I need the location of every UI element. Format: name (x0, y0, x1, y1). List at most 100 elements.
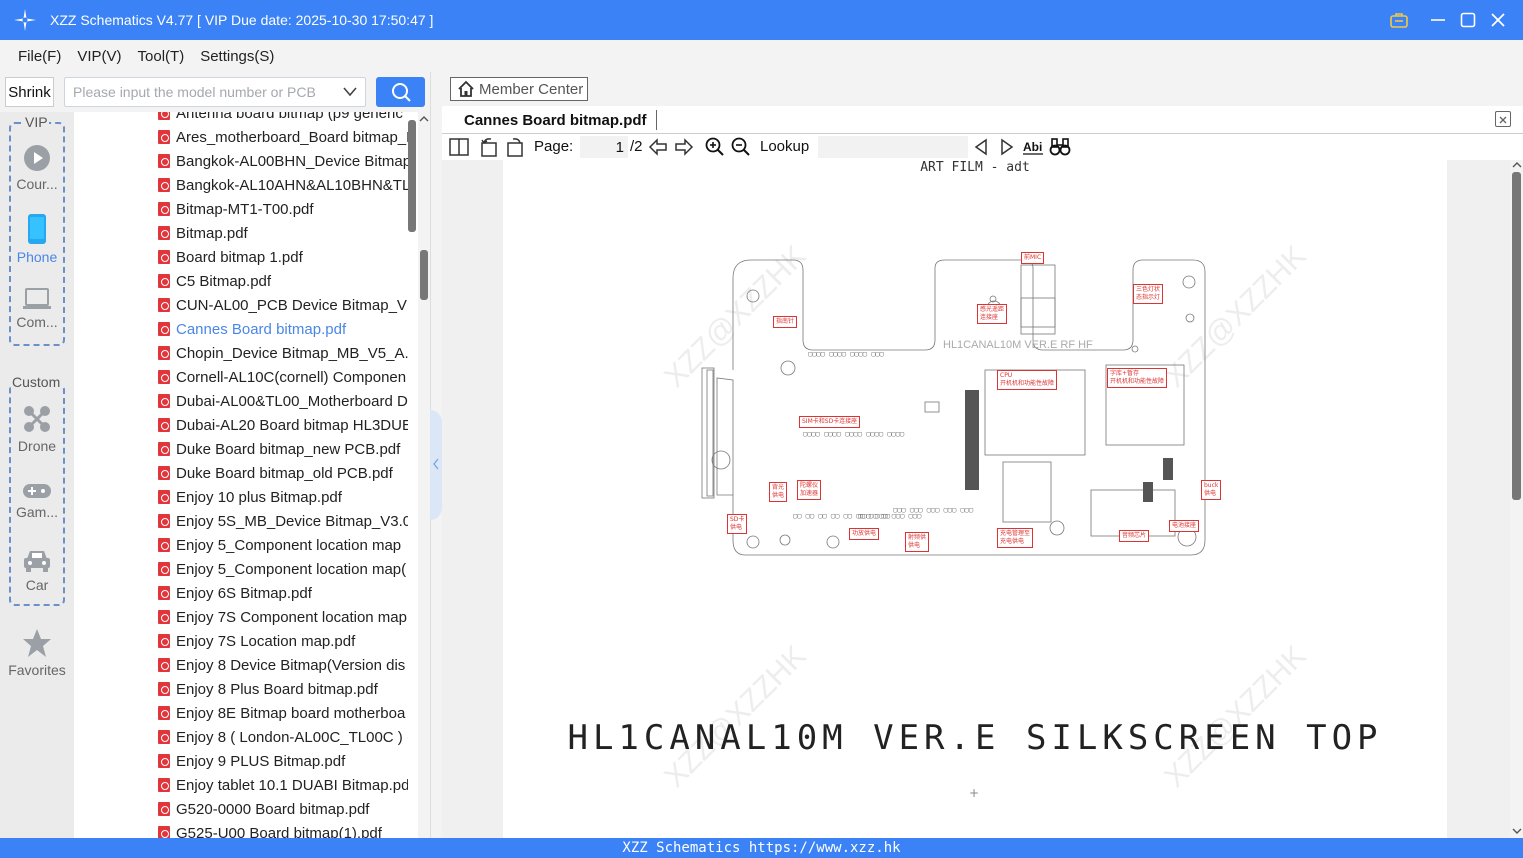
pdf-file-icon (158, 178, 170, 192)
find-next-button[interactable] (996, 136, 1018, 158)
shrink-button[interactable]: Shrink (5, 77, 54, 107)
menu-tool[interactable]: Tool(T) (138, 48, 185, 65)
collapse-panel-tab[interactable] (430, 410, 442, 520)
file-list-item[interactable]: Enjoy 5_Component location map (158, 533, 408, 557)
file-list-scroll-thumb[interactable] (408, 120, 416, 232)
file-list-item[interactable]: Dubai-AL20 Board bitmap HL3DUE (158, 413, 408, 437)
file-list-item[interactable]: Ares_motherboard_Board bitmap_H (158, 125, 408, 149)
file-list-item[interactable]: Bangkok-AL00BHN_Device Bitmap (158, 149, 408, 173)
match-case-button[interactable]: Abi (1022, 136, 1044, 158)
pdf-file-icon (158, 706, 170, 720)
document-tab[interactable]: Cannes Board bitmap.pdf (464, 106, 647, 134)
category-label: Com... (16, 314, 58, 330)
close-button[interactable] (1483, 0, 1513, 40)
file-list-item[interactable]: Enjoy 8E Bitmap board motherboa (158, 701, 408, 725)
vip-bag-icon[interactable] (1384, 0, 1414, 40)
file-list-item[interactable]: Enjoy 8 Plus Board bitmap.pdf (158, 677, 408, 701)
document-scroll-thumb[interactable] (1512, 172, 1521, 500)
file-list-item[interactable]: Enjoy 5_Component location map( (158, 557, 408, 581)
file-list-item[interactable]: G525-U00 Board bitmap(1).pdf (158, 821, 408, 838)
member-center-button[interactable]: Member Center (450, 77, 588, 101)
menu-file[interactable]: File(F) (18, 48, 61, 65)
scroll-up-icon[interactable] (419, 114, 429, 124)
rotate-right-button[interactable] (504, 136, 526, 158)
file-name: Enjoy 5_Component location map( (176, 560, 407, 578)
file-list-item[interactable]: Duke Board bitmap_old PCB.pdf (158, 461, 408, 485)
file-list-item[interactable]: G520-0000 Board bitmap.pdf (158, 797, 408, 821)
category-computer[interactable]: Com... (0, 288, 74, 330)
component-annotation: 射频供 供电 (905, 532, 930, 552)
menu-settings[interactable]: Settings(S) (200, 48, 274, 65)
category-car[interactable]: Car (0, 547, 74, 593)
lookup-input[interactable] (818, 136, 968, 158)
file-list-item[interactable]: Enjoy 8 ( London-AL00C_TL00C ) ( (158, 725, 408, 749)
binoculars-icon (1049, 138, 1071, 156)
page-number-input[interactable]: 1 (580, 136, 628, 158)
scroll-up-icon[interactable] (1512, 160, 1522, 170)
pdf-page[interactable]: ART FILM - adt XZZ@XZZHK XZZ@XZZHK XZZ@X… (503, 160, 1447, 838)
minimize-button[interactable] (1423, 0, 1453, 40)
zoom-in-button[interactable] (704, 136, 726, 158)
file-list-item[interactable]: Bitmap.pdf (158, 221, 408, 245)
component-annotation: 音频芯片 (1119, 530, 1150, 542)
find-previous-button[interactable] (970, 136, 992, 158)
previous-page-button[interactable] (647, 136, 669, 158)
file-name: Enjoy 8E Bitmap board motherboa (176, 704, 406, 722)
file-list-item[interactable]: C5 Bitmap.pdf (158, 269, 408, 293)
split-view-button[interactable] (448, 136, 470, 158)
file-list-scrollbar[interactable] (418, 112, 430, 838)
pdf-file-icon (158, 322, 170, 336)
close-tab-button[interactable] (1495, 111, 1511, 127)
file-name: G520-0000 Board bitmap.pdf (176, 800, 370, 818)
pdf-file-icon (158, 226, 170, 240)
rotate-left-button[interactable] (478, 136, 500, 158)
file-list-item[interactable]: Antenna board bitmap (p9 generic (158, 112, 408, 125)
car-icon (24, 551, 50, 572)
category-game[interactable]: Gam... (0, 482, 74, 520)
category-phone[interactable]: Phone (0, 213, 74, 265)
find-all-button[interactable] (1049, 136, 1071, 158)
crosshair-marker: + (969, 786, 980, 800)
file-name: Duke Board bitmap_new PCB.pdf (176, 440, 401, 458)
search-icon (391, 83, 411, 102)
file-name: Duke Board bitmap_old PCB.pdf (176, 464, 393, 482)
file-list-item[interactable]: Bitmap-MT1-T00.pdf (158, 197, 408, 221)
search-button[interactable] (376, 77, 425, 107)
svg-text:▢▢▢▢ ▢▢▢▢ ▢▢▢▢ ▢▢▢▢ ▢▢▢▢: ▢▢▢▢ ▢▢▢▢ ▢▢▢▢ ▢▢▢▢ ▢▢▢▢ (803, 430, 904, 438)
zoom-out-button[interactable] (730, 136, 752, 158)
file-list-item[interactable]: Cornell-AL10C(cornell) Componen (158, 365, 408, 389)
file-list-item[interactable]: Enjoy 6S Bitmap.pdf (158, 581, 408, 605)
maximize-button[interactable] (1453, 0, 1483, 40)
file-list-item[interactable]: Enjoy 5S_MB_Device Bitmap_V3.01 (158, 509, 408, 533)
pdf-file-icon (158, 730, 170, 744)
file-name: G525-U00 Board bitmap(1).pdf (176, 824, 382, 839)
pdf-file-icon (158, 514, 170, 528)
arrow-right-icon (675, 138, 694, 156)
next-page-button[interactable] (673, 136, 695, 158)
scroll-down-icon[interactable] (1512, 826, 1522, 836)
file-list-item[interactable]: Enjoy 9 PLUS Bitmap.pdf (158, 749, 408, 773)
chevron-down-icon[interactable] (343, 86, 357, 98)
favorites-button[interactable]: Favorites (0, 628, 74, 678)
file-name: Bitmap-MT1-T00.pdf (176, 200, 314, 218)
file-list-item[interactable]: Dubai-AL00&TL00_Motherboard D (158, 389, 408, 413)
category-drone[interactable]: Drone (0, 404, 74, 454)
category-label: Cour... (16, 176, 58, 192)
file-list-item[interactable]: Enjoy tablet 10.1 DUABI Bitmap.pd (158, 773, 408, 797)
file-list-item[interactable]: Board bitmap 1.pdf (158, 245, 408, 269)
file-list-item[interactable]: Cannes Board bitmap.pdf (158, 317, 408, 341)
file-list-item[interactable]: Enjoy 10 plus Bitmap.pdf (158, 485, 408, 509)
category-courses[interactable]: Cour... (0, 144, 74, 192)
file-list-item[interactable]: Duke Board bitmap_new PCB.pdf (158, 437, 408, 461)
file-list-item[interactable]: Chopin_Device Bitmap_MB_V5_A.p (158, 341, 408, 365)
model-search-input[interactable]: Please input the model number or PCB (64, 77, 366, 107)
page-label: Page: (534, 138, 574, 155)
file-list-item[interactable]: Enjoy 7S Component location map (158, 605, 408, 629)
sidebar-scroll-thumb[interactable] (420, 250, 428, 300)
file-list-item[interactable]: Enjoy 7S Location map.pdf (158, 629, 408, 653)
menu-vip[interactable]: VIP(V) (77, 48, 121, 65)
component-annotation: 电池接座 (1169, 520, 1200, 532)
file-list-item[interactable]: Enjoy 8 Device Bitmap(Version dis (158, 653, 408, 677)
file-list-item[interactable]: Bangkok-AL10AHN&AL10BHN&TL (158, 173, 408, 197)
file-list-item[interactable]: CUN-AL00_PCB Device Bitmap_V1.0 (158, 293, 408, 317)
